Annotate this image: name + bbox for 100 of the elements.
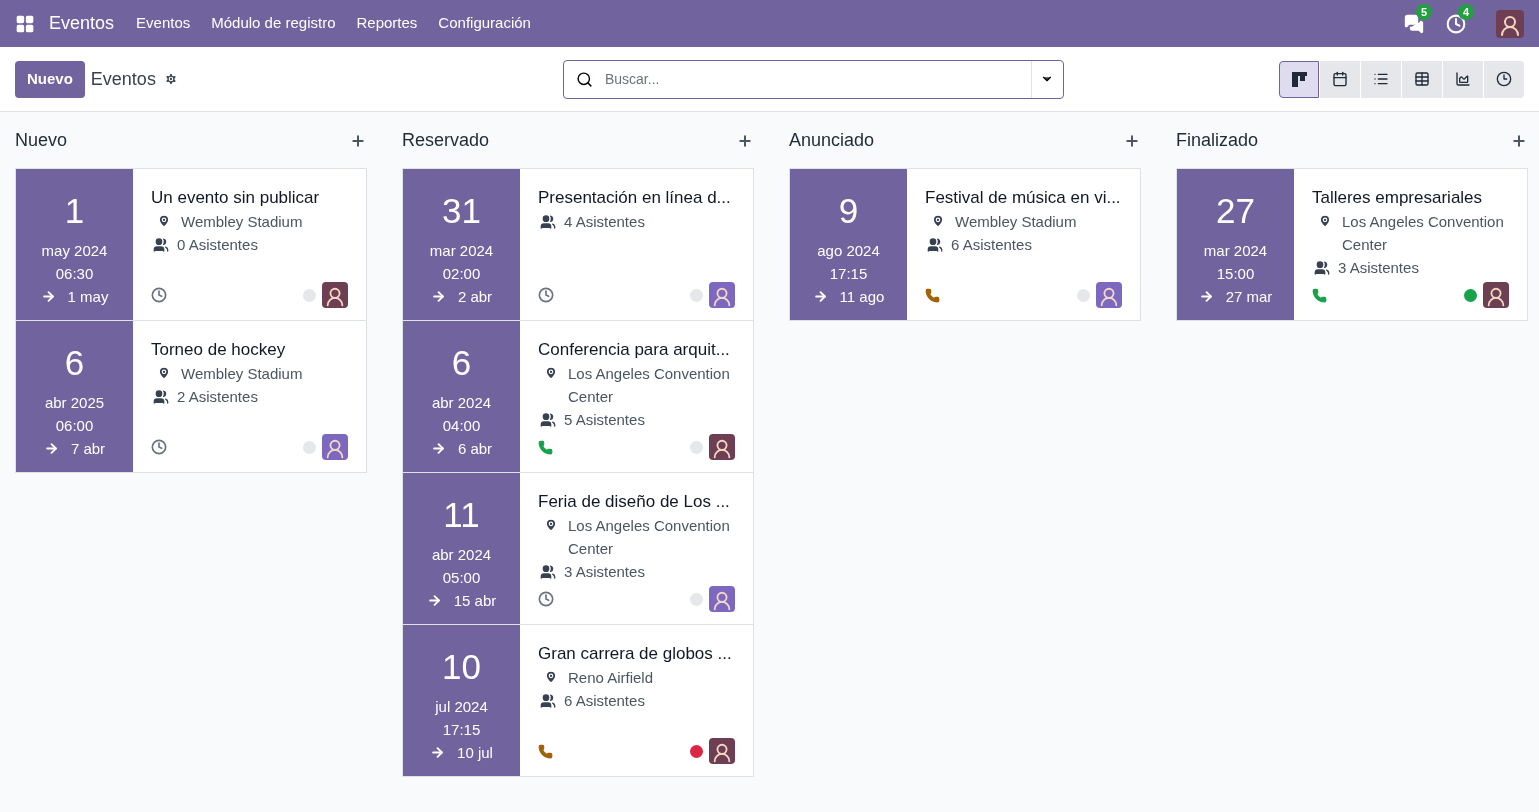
clock-icon[interactable] [151, 287, 167, 303]
event-card[interactable]: 1 may 2024 06:30 1 may Un evento sin publicar Wembley Stadium 0 Asistentes [15, 168, 367, 321]
view-switch-button[interactable] [1279, 60, 1319, 98]
arrow-icon [40, 289, 56, 304]
event-day: 27 [1216, 189, 1255, 233]
event-day: 9 [838, 189, 859, 233]
event-month-year: may 2024 [41, 241, 108, 261]
list-icon [1373, 71, 1389, 87]
event-month-year: abr 2024 [431, 545, 492, 565]
phone-icon[interactable] [538, 743, 553, 759]
search-icon [575, 70, 593, 88]
event-end-date: 1 may [67, 287, 109, 307]
event-card[interactable]: 31 mar 2024 02:00 2 abr Presentación en línea d... 4 Asistentes [402, 168, 754, 321]
location-pin-icon [544, 518, 558, 532]
attendees-icon [540, 213, 556, 230]
attendees-count: 2 Asistentes [177, 387, 258, 407]
location-pin-icon [544, 366, 558, 380]
event-card[interactable]: 27 mar 2024 15:00 27 mar Talleres empresariales Los Angeles Convention Center 3 Asistentes [1176, 168, 1528, 321]
attendees-icon [153, 236, 169, 253]
app-name[interactable]: Eventos [49, 10, 115, 37]
event-title: Presentación en línea d... [538, 187, 732, 209]
attendees-count: 5 Asistentes [564, 410, 645, 430]
view-switch-button[interactable] [1443, 60, 1483, 98]
view-switch-button[interactable] [1484, 60, 1524, 98]
event-end-date: 11 ago [839, 287, 885, 307]
location-pin-icon [1318, 214, 1332, 228]
search-input[interactable]: Buscar... [604, 68, 1031, 90]
event-day: 6 [64, 341, 85, 385]
clock-icon[interactable] [538, 287, 554, 303]
area-chart-icon [1455, 71, 1471, 87]
new-button[interactable]: Nuevo [15, 60, 85, 98]
event-title: Talleres empresariales [1312, 187, 1484, 209]
attendees-icon [153, 388, 169, 405]
event-day: 6 [451, 341, 472, 385]
event-end-date: 6 abr [457, 439, 493, 459]
event-time: 15:00 [1216, 264, 1255, 284]
attendees-count: 3 Asistentes [1338, 258, 1419, 278]
attendees-icon [927, 236, 943, 253]
activity-count-badge: 4 [1458, 3, 1475, 20]
view-switch-button[interactable] [1361, 60, 1401, 98]
event-location: Reno Airfield [568, 668, 654, 688]
event-time: 05:00 [442, 568, 481, 588]
arrow-icon [430, 745, 446, 760]
column-title: Nuevo [15, 129, 68, 152]
event-title: Torneo de hockey [151, 339, 287, 361]
event-day: 10 [442, 645, 481, 689]
nav-menu-item[interactable]: Reportes [356, 12, 418, 35]
column-title: Reservado [402, 129, 490, 152]
attendees-icon [540, 692, 556, 709]
attendees-count: 6 Asistentes [951, 235, 1032, 255]
attendees-count: 4 Asistentes [564, 212, 645, 232]
message-count-badge: 5 [1416, 3, 1433, 20]
add-card-icon[interactable] [1124, 132, 1140, 149]
add-card-icon[interactable] [350, 132, 366, 149]
nav-menu-item[interactable]: Eventos [136, 12, 191, 35]
location-pin-icon [931, 214, 945, 228]
event-location: Wembley Stadium [955, 212, 1077, 232]
user-avatar[interactable] [1496, 9, 1524, 38]
event-title: Conferencia para arquit... [538, 339, 731, 361]
view-switch-button[interactable] [1402, 60, 1442, 98]
event-title: Festival de música en vi... [925, 187, 1122, 209]
event-location: Wembley Stadium [181, 364, 303, 384]
column-title: Anunciado [789, 129, 875, 152]
arrow-icon [430, 289, 446, 304]
nav-menu-item[interactable]: Módulo de registro [211, 12, 336, 35]
view-switch-button[interactable] [1320, 60, 1360, 98]
settings-icon[interactable] [163, 72, 178, 86]
arrow-icon [430, 441, 446, 456]
clock-icon[interactable] [538, 591, 554, 607]
event-end-date: 2 abr [457, 287, 493, 307]
event-card[interactable]: 10 jul 2024 17:15 10 jul Gran carrera de globos ... Reno Airfield 6 Asistentes [402, 624, 754, 777]
event-location: Los Angeles Convention Center [1342, 212, 1505, 255]
event-title: Gran carrera de globos ... [538, 643, 733, 665]
event-end-date: 7 abr [70, 439, 106, 459]
add-card-icon[interactable] [737, 132, 753, 149]
clock-icon [1496, 71, 1512, 87]
table-icon [1414, 71, 1430, 87]
nav-menu-item[interactable]: Configuración [438, 12, 531, 35]
clock-icon[interactable] [151, 439, 167, 455]
attendees-icon [1314, 259, 1330, 276]
add-card-icon[interactable] [1511, 132, 1527, 149]
event-card[interactable]: 11 abr 2024 05:00 15 abr Feria de diseño de Los ... Los Angeles Convention Center 3 Asistentes [402, 472, 754, 625]
event-end-date: 10 jul [457, 743, 493, 763]
phone-icon[interactable] [1312, 287, 1327, 303]
event-card[interactable]: 6 abr 2024 04:00 6 abr Conferencia para arquit... Los Angeles Convention Center 5 Asistentes [402, 320, 754, 473]
phone-icon[interactable] [538, 439, 553, 455]
event-time: 02:00 [442, 264, 481, 284]
event-location: Los Angeles Convention Center [568, 516, 731, 559]
apps-menu-icon[interactable] [15, 13, 35, 34]
arrow-icon [43, 441, 59, 456]
search-field[interactable]: Buscar... [562, 59, 1064, 99]
event-card[interactable]: 6 abr 2025 06:00 7 abr Torneo de hockey Wembley Stadium 2 Asistentes [15, 320, 367, 473]
event-title: Feria de diseño de Los ... [538, 491, 731, 513]
arrow-icon [426, 593, 442, 608]
event-card[interactable]: 9 ago 2024 17:15 11 ago Festival de música en vi... Wembley Stadium 6 Asistentes [789, 168, 1141, 321]
attendees-count: 0 Asistentes [177, 235, 258, 255]
attendees-count: 3 Asistentes [564, 562, 645, 582]
phone-icon[interactable] [925, 287, 940, 303]
attendees-icon [540, 411, 556, 428]
event-month-year: jul 2024 [435, 697, 488, 717]
